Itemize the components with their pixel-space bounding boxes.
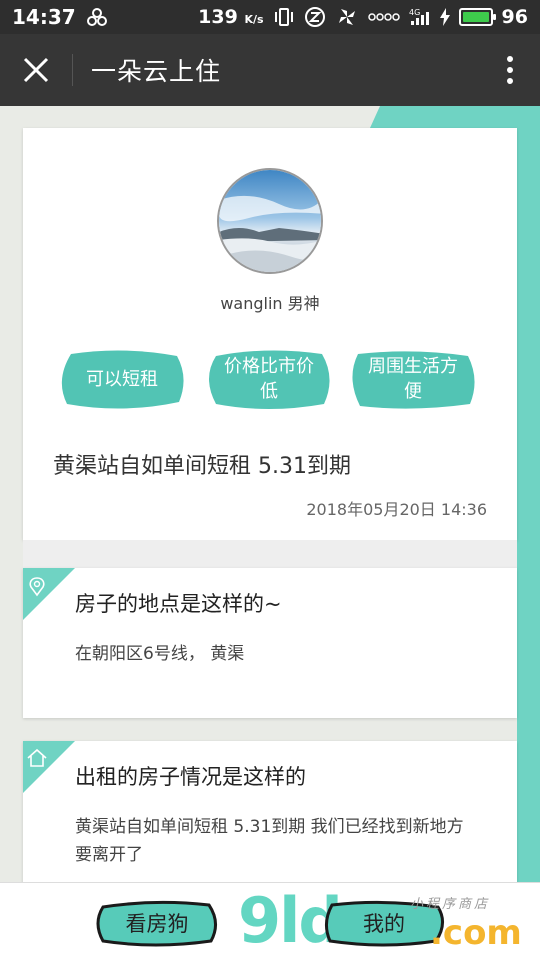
username: wanglin 男神 <box>220 294 320 313</box>
battery-level: 96 <box>501 6 528 28</box>
tab-kanfanggou[interactable]: 看房狗 <box>95 897 219 949</box>
location-card: 房子的地点是这样的~ 在朝阳区6号线， 黄渠 <box>23 568 517 718</box>
close-icon <box>23 57 49 83</box>
charging-icon <box>439 8 450 26</box>
location-title: 房子的地点是这样的~ <box>75 592 282 616</box>
status-time: 14:37 <box>12 5 76 29</box>
svg-text:4G: 4G <box>409 8 420 17</box>
network-speed: 139 K/s <box>198 6 264 28</box>
nav-bar: 一朵云上住 <box>0 34 540 106</box>
location-body: 在朝阳区6号线， 黄渠 <box>75 644 245 664</box>
section-gap <box>23 540 517 568</box>
house-title: 出租的房子情况是这样的 <box>75 765 306 789</box>
house-icon <box>23 741 75 793</box>
house-body: 黄渠站自如单间短租 5.31到期 我们已经找到新地方要离开了 <box>75 817 464 865</box>
avatar[interactable] <box>217 168 323 274</box>
status-bar: 14:37 139 K/s 4G 96 <box>0 0 540 34</box>
tag-short-rent: 可以短租 <box>57 348 187 410</box>
tag-price-low: 价格比市价低 <box>204 348 334 410</box>
vibrate-icon <box>273 7 295 27</box>
pinwheel-icon <box>335 6 359 28</box>
dnd-icon <box>304 6 326 28</box>
wifi-signal-icon <box>367 10 400 24</box>
tag-convenient: 周围生活方便 <box>348 348 478 410</box>
battery-icon <box>458 8 496 26</box>
more-button[interactable] <box>480 34 540 106</box>
cell-signal-icon: 4G <box>409 7 431 27</box>
house-card: 出租的房子情况是这样的 黄渠站自如单间短租 5.31到期 我们已经找到新地方要离… <box>23 741 517 882</box>
post-date: 2018年05月20日 14:36 <box>306 500 487 519</box>
profile-card: wanglin 男神 可以短租 价格比市价低 周围生活方便 黄渠站自如单间短租 … <box>23 128 517 540</box>
watermark-text: 小程序商店 <box>410 897 491 912</box>
close-button[interactable] <box>0 34 72 106</box>
more-vertical-icon <box>507 56 513 84</box>
bottom-tab-bar: 看房狗 9ld 我的 .com 小程序商店 <box>0 882 540 960</box>
page-title: 一朵云上住 <box>91 57 222 86</box>
location-pin-icon <box>23 568 75 620</box>
post-title: 黄渠站自如单间短租 5.31到期 <box>53 454 351 479</box>
watermark-com: .com <box>430 913 522 953</box>
content-area[interactable]: wanglin 男神 可以短租 价格比市价低 周围生活方便 黄渠站自如单间短租 … <box>0 106 540 882</box>
nav-divider <box>72 54 73 86</box>
tag-list: 可以短租 价格比市价低 周围生活方便 <box>23 348 517 412</box>
app-notification-icon <box>86 7 108 27</box>
